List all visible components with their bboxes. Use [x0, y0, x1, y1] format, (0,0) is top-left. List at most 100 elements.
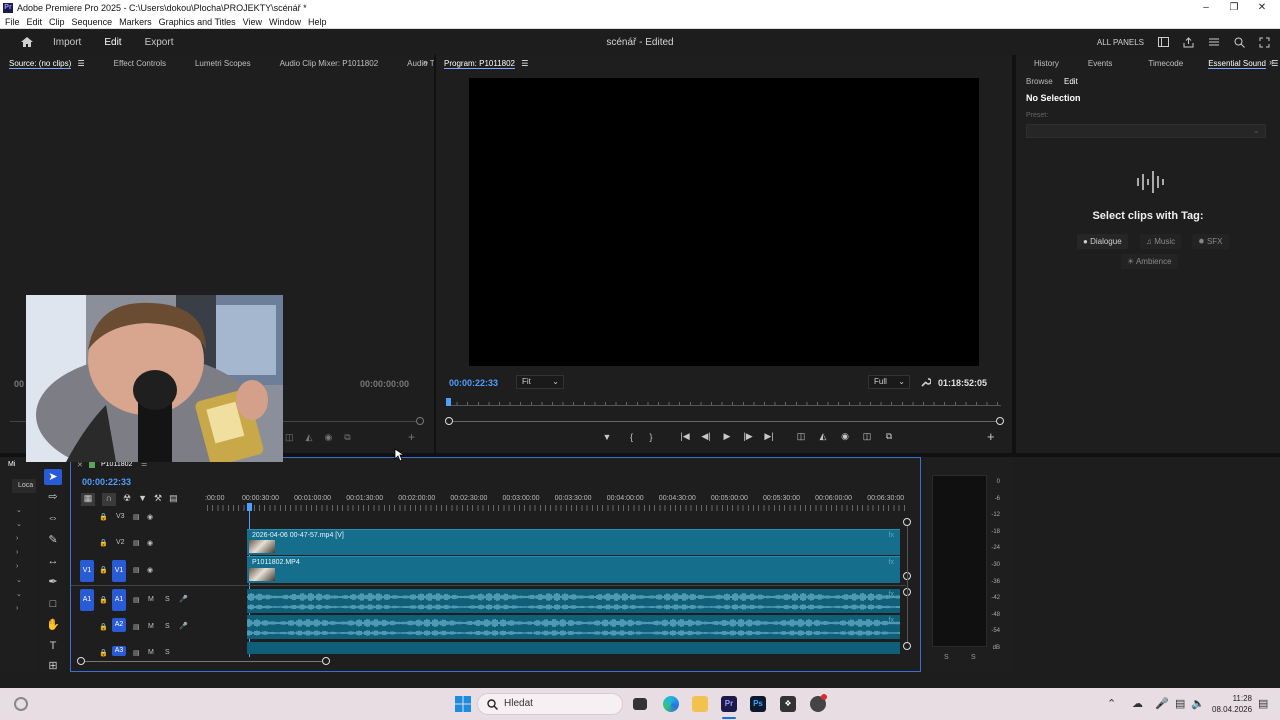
- track-select-tool-icon[interactable]: ⇨: [44, 489, 62, 505]
- voiceover-icon[interactable]: 🎤: [179, 595, 188, 603]
- panel-layout-icon[interactable]: [1158, 37, 1169, 47]
- timeline-ruler[interactable]: :00:00 00:00:30:00 00:01:00:00 00:01:30:00 0…: [205, 495, 905, 505]
- nest-icon[interactable]: ▦: [81, 493, 95, 506]
- solo-right[interactable]: S: [971, 654, 976, 661]
- menu-markers[interactable]: Markers: [119, 17, 152, 27]
- timeline-settings-icon[interactable]: ⚒: [154, 493, 162, 506]
- lock-icon[interactable]: 🔒: [99, 566, 108, 574]
- home-icon[interactable]: [20, 36, 34, 48]
- lock-icon[interactable]: 🔒: [99, 596, 108, 604]
- tab-lumetri-scopes[interactable]: Lumetri Scopes: [186, 59, 251, 68]
- app-icon[interactable]: ❖: [780, 696, 796, 712]
- timeline-timecode[interactable]: 00:00:22:33: [82, 477, 131, 487]
- menu-window[interactable]: Window: [269, 17, 301, 27]
- add-marker-icon[interactable]: ▼: [601, 432, 613, 442]
- export-frame-icon[interactable]: ◉: [834, 431, 856, 442]
- solo-button[interactable]: S: [165, 649, 170, 656]
- fullscreen-icon[interactable]: [1259, 37, 1270, 48]
- file-explorer-icon[interactable]: [692, 696, 708, 712]
- taskbar-clock[interactable]: 11:28 08.04.2026: [1212, 693, 1252, 715]
- sync-lock-icon[interactable]: ▤: [133, 513, 140, 521]
- project-tree[interactable]: ⌄ ⌄ › › › ⌄ ⌄ ›: [16, 504, 22, 616]
- hand-tool-icon[interactable]: ✋: [44, 617, 62, 633]
- eye-icon[interactable]: ◉: [147, 513, 153, 521]
- program-video-frame[interactable]: [469, 78, 979, 366]
- sequence-tab[interactable]: P1011802: [101, 461, 132, 468]
- track-zoom-knob[interactable]: [903, 642, 911, 650]
- quality-dropdown[interactable]: Full ⌄: [868, 375, 910, 389]
- clip-a3[interactable]: [247, 642, 900, 654]
- play-icon[interactable]: ▶: [716, 431, 738, 442]
- go-to-in-icon[interactable]: |◀: [674, 431, 696, 442]
- solo-left[interactable]: S: [944, 654, 949, 661]
- photoshop-icon[interactable]: Ps: [750, 696, 766, 712]
- wrench-icon[interactable]: [920, 377, 931, 388]
- track-a1-toggle[interactable]: A1: [112, 589, 126, 611]
- preset-dropdown[interactable]: ⌄: [1026, 124, 1266, 138]
- widgets-icon[interactable]: [14, 697, 28, 711]
- export-frame-icon[interactable]: ◉: [324, 432, 332, 443]
- timeline-playhead[interactable]: [247, 503, 252, 511]
- overwrite-icon[interactable]: ◫: [285, 432, 294, 443]
- sync-lock-icon[interactable]: ▤: [133, 596, 140, 604]
- project-tab[interactable]: Mi: [8, 461, 15, 468]
- taskbar-search[interactable]: Hledat: [477, 693, 623, 715]
- premiere-taskbar-icon[interactable]: Pr: [721, 696, 737, 712]
- track-a3-toggle[interactable]: A3: [112, 646, 126, 656]
- captions-icon[interactable]: ▤: [169, 493, 178, 506]
- program-scrubber[interactable]: [450, 421, 1000, 422]
- clip-a2[interactable]: fx: [247, 615, 900, 639]
- track-zoom-knob[interactable]: [903, 518, 911, 526]
- tab-events[interactable]: Events: [1079, 59, 1112, 68]
- maximize-button[interactable]: ❐: [1220, 0, 1248, 15]
- add-button-icon[interactable]: +: [987, 429, 995, 444]
- add-marker-icon[interactable]: ▼: [138, 493, 147, 506]
- menu-help[interactable]: Help: [308, 17, 327, 27]
- notifications-icon[interactable]: ▤: [1258, 697, 1268, 710]
- multicam-icon[interactable]: ⧉: [878, 431, 900, 442]
- tab-program[interactable]: Program: P1011802 ☰: [436, 58, 528, 69]
- multicam-icon[interactable]: ⧉: [344, 432, 350, 443]
- clip-a1[interactable]: fx: [247, 589, 900, 613]
- fit-dropdown[interactable]: Fit ⌄: [516, 375, 564, 389]
- solo-button[interactable]: S: [165, 596, 170, 603]
- mute-button[interactable]: M: [148, 649, 154, 656]
- menu-sequence[interactable]: Sequence: [72, 17, 113, 27]
- volume-icon[interactable]: 🔈: [1191, 697, 1205, 710]
- step-back-icon[interactable]: ◀|: [696, 431, 716, 442]
- menu-edit[interactable]: Edit: [27, 17, 43, 27]
- subtab-edit[interactable]: Edit: [1064, 77, 1078, 86]
- lock-icon[interactable]: 🔒: [99, 649, 108, 657]
- comparison-view-icon[interactable]: ◫: [856, 431, 878, 442]
- track-v1-toggle[interactable]: V1: [112, 560, 126, 582]
- minimize-button[interactable]: –: [1192, 0, 1220, 15]
- tag-sfx-button[interactable]: ✹ SFX: [1192, 234, 1229, 249]
- track-a2-toggle[interactable]: A2: [112, 618, 126, 632]
- insert-icon[interactable]: ◭: [306, 432, 313, 443]
- slip-tool-icon[interactable]: ↔: [44, 553, 62, 569]
- menu-graphics[interactable]: Graphics and Titles: [159, 17, 236, 27]
- mute-button[interactable]: M: [148, 596, 154, 603]
- tab-audio-clip-mixer[interactable]: Audio Clip Mixer: P1011802: [271, 59, 379, 68]
- workspaces-icon[interactable]: [1208, 37, 1220, 47]
- clip-v1[interactable]: P1011802.MP4 fx: [247, 556, 900, 583]
- lock-icon[interactable]: 🔒: [99, 513, 108, 521]
- source-scrub-end[interactable]: [416, 417, 424, 425]
- source-patch-a1[interactable]: A1: [80, 589, 94, 611]
- sync-lock-icon[interactable]: ▤: [133, 539, 140, 547]
- tab-history[interactable]: History: [1016, 59, 1059, 68]
- linked-selection-icon[interactable]: ☢: [123, 493, 131, 506]
- network-icon[interactable]: ▤: [1175, 697, 1185, 710]
- selection-tool-icon[interactable]: ➤: [44, 469, 62, 485]
- mute-button[interactable]: M: [148, 623, 154, 630]
- tab-edit[interactable]: Edit: [104, 37, 121, 48]
- lift-icon[interactable]: ◫: [790, 431, 812, 442]
- snap-icon[interactable]: ∩: [102, 493, 116, 506]
- all-panels-label[interactable]: ALL PANELS: [1097, 38, 1144, 47]
- menu-view[interactable]: View: [243, 17, 262, 27]
- tab-source[interactable]: Source: (no clips) ☰: [0, 58, 85, 69]
- more-tabs-icon[interactable]: »: [423, 57, 428, 67]
- type-tool-icon[interactable]: T: [44, 638, 62, 654]
- windows-start-icon[interactable]: [455, 696, 471, 712]
- tag-dialogue-button[interactable]: ● Dialogue: [1077, 234, 1128, 249]
